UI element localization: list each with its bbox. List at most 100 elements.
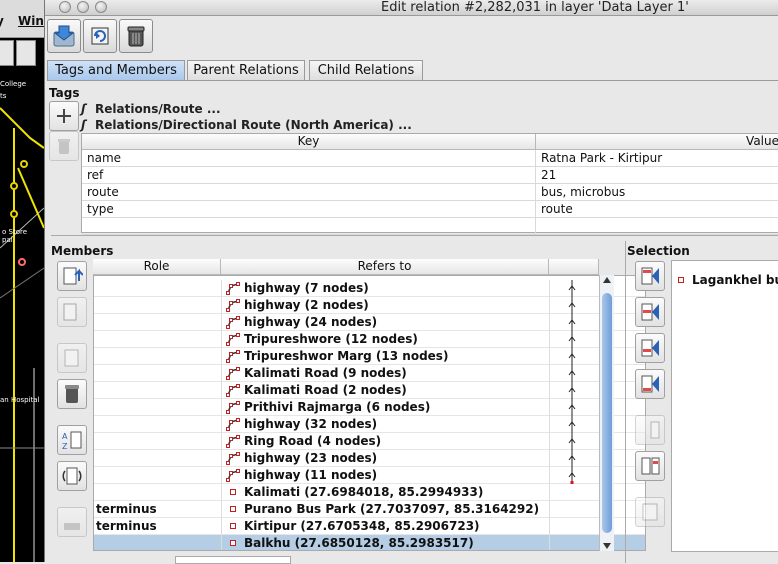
member-refers-to-cell[interactable]: Balkhu (27.6850128, 85.2983517) [222,535,550,550]
split-pane-divider[interactable] [51,235,778,241]
member-refers-to-cell[interactable]: Tripureshwore (12 nodes) [222,331,550,348]
member-role-cell[interactable] [94,450,222,467]
tag-value-cell[interactable]: route [536,201,778,218]
refresh-button[interactable] [83,19,117,53]
member-row[interactable]: Prithivi Rajmarga (6 nodes) [94,399,645,416]
role-input[interactable] [175,556,291,564]
member-refers-to-cell[interactable]: Kalimati (27.6984018, 85.2994933) [222,484,550,501]
member-row[interactable]: Balkhu (27.6850128, 85.2983517) [94,535,645,550]
zoom-window-button[interactable] [95,1,107,13]
member-refers-to-cell[interactable]: Tripureshwor Marg (13 nodes) [222,348,550,365]
background-menu-item[interactable]: Win [18,14,44,28]
tab-parent-relations[interactable]: Parent Relations [187,60,305,80]
preset-link-directional-route[interactable]: ʃ Relations/Directional Route (North Amer… [81,118,412,132]
member-role-cell[interactable] [94,484,222,501]
column-header-role[interactable]: Role [93,259,221,275]
scroll-up-icon[interactable] [603,277,611,283]
member-row[interactable]: Kalimati (27.6984018, 85.2994933) [94,484,645,501]
member-role-cell[interactable]: terminus [94,501,222,518]
tag-key-cell[interactable]: name [82,150,536,167]
delete-relation-button[interactable] [119,19,153,53]
member-row[interactable]: highway (23 nodes) [94,450,645,467]
add-selected-at-start-button[interactable] [635,261,665,291]
member-row[interactable]: Tripureshwor Marg (13 nodes) [94,348,645,365]
move-up-button[interactable] [57,261,87,291]
tag-row[interactable]: ref 21 [82,167,778,184]
member-role-cell[interactable] [94,348,222,365]
add-tag-button[interactable] [49,101,79,131]
tag-value-cell[interactable] [536,218,778,235]
member-role-cell[interactable] [94,331,222,348]
member-refers-to-cell[interactable]: Kalimati Road (9 nodes) [222,365,550,382]
member-role-cell[interactable]: terminus [94,518,222,535]
member-row[interactable]: highway (11 nodes) [94,467,645,484]
scroll-down-icon[interactable] [603,543,611,549]
scrollbar-thumb[interactable] [602,293,612,533]
sort-below-button[interactable] [635,497,665,527]
delete-tag-button[interactable] [49,131,79,161]
download-incomplete-button[interactable] [57,507,87,537]
member-role-cell[interactable] [94,535,222,550]
member-refers-to-cell[interactable]: Ring Road (4 nodes) [222,433,550,450]
remove-selected-button[interactable] [635,415,665,445]
member-refers-to-cell[interactable]: highway (2 nodes) [222,297,550,314]
member-refers-to-cell[interactable]: Purano Bus Park (27.7037097, 85.3164292) [222,501,550,518]
minimize-window-button[interactable] [77,1,89,13]
member-role-cell[interactable] [94,365,222,382]
member-role-cell[interactable] [94,467,222,484]
column-header-refers-to[interactable]: Refers to [221,259,549,275]
member-refers-to-cell[interactable]: highway (32 nodes) [222,416,550,433]
member-row[interactable]: Ring Road (4 nodes) [94,433,645,450]
tab-tags-and-members[interactable]: Tags and Members [47,60,185,80]
add-selected-before-button[interactable] [635,297,665,327]
tag-key-cell[interactable] [82,218,536,235]
member-refers-to-cell[interactable]: Kalimati Road (2 nodes) [222,382,550,399]
close-window-button[interactable] [59,1,71,13]
tag-value-cell[interactable]: 21 [536,167,778,184]
member-row[interactable]: highway (32 nodes) [94,416,645,433]
add-selected-at-end-button[interactable] [635,369,665,399]
member-refers-to-cell[interactable]: highway (7 nodes) [222,280,550,297]
member-row[interactable]: terminus Purano Bus Park (27.7037097, 85.… [94,501,645,518]
tag-key-cell[interactable]: route [82,184,536,201]
delete-member-button[interactable] [57,379,87,409]
select-in-members-button[interactable] [635,451,665,481]
member-refers-to-cell[interactable]: highway (11 nodes) [222,467,550,484]
member-role-cell[interactable] [94,433,222,450]
member-row[interactable]: highway (24 nodes) [94,314,645,331]
member-row[interactable]: highway (2 nodes) [94,297,645,314]
tag-value-cell[interactable]: Ratna Park - Kirtipur [536,150,778,167]
member-row[interactable]: Kalimati Road (9 nodes) [94,365,645,382]
tab-child-relations[interactable]: Child Relations [309,60,423,80]
apply-button[interactable] [47,19,81,53]
member-row[interactable]: terminus Kirtipur (27.6705348, 85.2906723… [94,518,645,535]
selection-item[interactable]: Lagankhel bus [692,273,778,287]
tag-value-cell[interactable]: bus, microbus [536,184,778,201]
member-row[interactable]: Tripureshwore (12 nodes) [94,331,645,348]
tag-row[interactable]: name Ratna Park - Kirtipur [82,150,778,167]
member-refers-to-cell[interactable]: highway (24 nodes) [222,314,550,331]
background-tool-button[interactable] [0,40,14,66]
tag-row[interactable]: route bus, microbus [82,184,778,201]
column-header-value[interactable]: Value [536,134,778,150]
members-scrollbar[interactable] [599,275,614,551]
member-refers-to-cell[interactable]: Kirtipur (27.6705348, 85.2906723) [222,518,550,535]
tag-key-cell[interactable]: type [82,201,536,218]
member-row[interactable]: Kalimati Road (2 nodes) [94,382,645,399]
member-role-cell[interactable] [94,297,222,314]
sort-members-button[interactable]: A Z [57,425,87,455]
background-menu-item[interactable]: y [0,14,4,28]
background-tool-button[interactable] [16,40,36,66]
member-role-cell[interactable] [94,416,222,433]
member-refers-to-cell[interactable]: highway (23 nodes) [222,450,550,467]
reverse-members-button[interactable] [57,461,87,491]
member-role-cell[interactable] [94,314,222,331]
move-down-button[interactable] [57,297,87,327]
member-role-cell[interactable] [94,382,222,399]
column-header-key[interactable]: Key [82,134,536,150]
member-role-cell[interactable] [94,399,222,416]
tag-row-empty[interactable] [82,218,778,235]
member-role-cell[interactable] [94,280,222,297]
member-row[interactable]: highway (7 nodes) [94,280,645,297]
tag-key-cell[interactable]: ref [82,167,536,184]
